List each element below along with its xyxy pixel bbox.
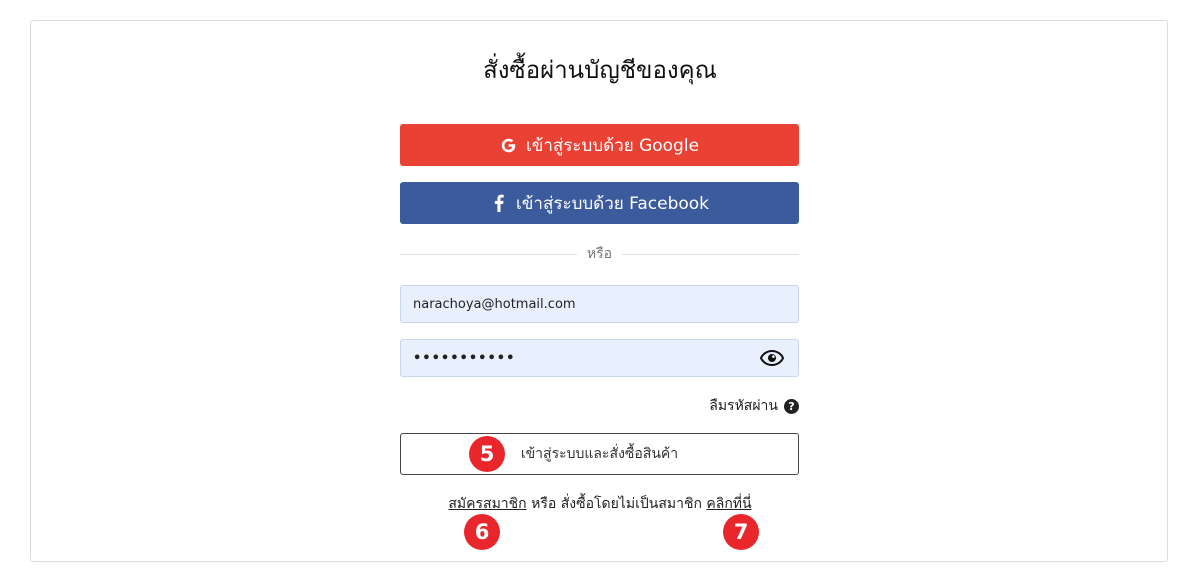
annotation-marker-5: 5	[469, 436, 505, 472]
register-link[interactable]: สมัครสมาชิก	[448, 496, 526, 512]
forgot-password-label: ลืมรหัสผ่าน	[709, 398, 778, 414]
guest-checkout-link[interactable]: คลิกที่นี่	[706, 496, 751, 512]
facebook-icon	[490, 194, 508, 212]
divider-line-right	[622, 253, 799, 255]
google-login-label: เข้าสู่ระบบด้วย Google	[525, 135, 700, 156]
email-value: narachoya@hotmail.com	[413, 296, 576, 312]
google-login-button[interactable]: เข้าสู่ระบบด้วย Google	[400, 124, 799, 166]
divider-line-left	[400, 253, 577, 255]
login-and-order-button[interactable]: เข้าสู่ระบบและสั่งซื้อสินค้า	[400, 433, 799, 475]
google-icon	[500, 136, 518, 154]
divider-label: หรือ	[586, 246, 613, 262]
email-field[interactable]: narachoya@hotmail.com	[400, 285, 799, 323]
register-guest-line: สมัครสมาชิก หรือ สั่งซื้อโดยไม่เป็นสมาชิ…	[0, 494, 1200, 514]
facebook-login-label: เข้าสู่ระบบด้วย Facebook	[515, 193, 710, 214]
page-title: สั่งซื้อผ่านบัญชีของคุณ	[483, 56, 717, 84]
annotation-marker-7: 7	[723, 514, 759, 550]
facebook-login-button[interactable]: เข้าสู่ระบบด้วย Facebook	[400, 182, 799, 224]
annotation-marker-6: 6	[464, 514, 500, 550]
question-circle-icon: ?	[784, 398, 799, 414]
eye-icon[interactable]	[760, 349, 786, 367]
login-and-order-label: เข้าสู่ระบบและสั่งซื้อสินค้า	[520, 446, 679, 462]
forgot-password-link[interactable]: ลืมรหัสผ่าน ?	[709, 395, 799, 417]
register-guest-text: หรือ สั่งซื้อโดยไม่เป็นสมาชิก	[526, 496, 707, 512]
password-value: •••••••••••	[413, 350, 516, 366]
password-field[interactable]: •••••••••••	[400, 339, 799, 377]
or-divider: หรือ	[400, 244, 799, 264]
